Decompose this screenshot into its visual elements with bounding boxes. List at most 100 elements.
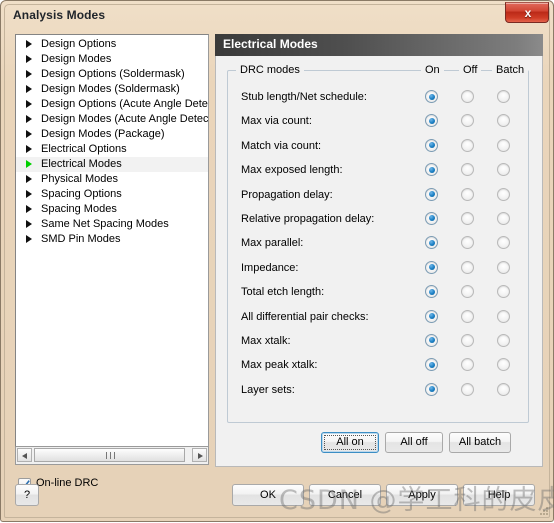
tree-item[interactable]: Physical Modes	[16, 172, 208, 187]
help-question-button[interactable]: ?	[15, 484, 39, 506]
radio-batch[interactable]	[497, 260, 510, 274]
tree-item[interactable]: Design Modes	[16, 52, 208, 67]
tree-item-label: Design Modes	[41, 53, 112, 65]
tree-item[interactable]: Design Modes (Soldermask)	[16, 82, 208, 97]
radio-on[interactable]	[425, 114, 438, 128]
expand-arrow-icon[interactable]	[26, 129, 32, 138]
radio-on[interactable]	[425, 138, 438, 152]
analysis-tree-panel[interactable]: Design Options Design Modes Design Options…	[15, 34, 209, 447]
drc-mode-row: Impedance:	[228, 258, 530, 282]
radio-on[interactable]	[425, 285, 438, 299]
radio-batch[interactable]	[497, 90, 510, 103]
cancel-button[interactable]: Cancel	[309, 484, 381, 506]
tree-horizontal-scrollbar[interactable]	[15, 447, 209, 465]
title-bar[interactable]: Analysis Modes x	[1, 1, 554, 29]
radio-batch[interactable]	[497, 236, 510, 250]
tree-item[interactable]: Design Modes (Acute Angle Detection)	[16, 112, 208, 127]
tree-item-label: Design Modes (Package)	[41, 128, 165, 140]
expand-arrow-icon[interactable]	[26, 174, 32, 183]
drc-mode-label: Match via count:	[241, 139, 322, 152]
expand-arrow-icon[interactable]	[26, 234, 32, 243]
tree-item[interactable]: Design Options (Acute Angle Detection)	[16, 97, 208, 112]
radio-batch[interactable]	[497, 285, 510, 299]
ok-button[interactable]: OK	[232, 484, 304, 506]
expand-arrow-icon[interactable]	[26, 84, 32, 93]
expand-arrow-icon[interactable]	[26, 219, 32, 228]
tree-item[interactable]: Same Net Spacing Modes	[16, 217, 208, 232]
expand-arrow-icon[interactable]	[26, 159, 32, 168]
radio-on[interactable]	[425, 358, 438, 372]
expand-arrow-icon[interactable]	[26, 114, 32, 123]
radio-batch[interactable]	[497, 382, 510, 396]
tree-item-label: Spacing Options	[41, 188, 122, 200]
drc-mode-label: Propagation delay:	[241, 188, 333, 201]
radio-batch[interactable]	[497, 138, 510, 152]
scrollbar-thumb[interactable]	[34, 448, 185, 462]
scroll-right-arrow-icon[interactable]	[192, 448, 207, 462]
radio-off[interactable]	[461, 309, 474, 323]
close-button[interactable]: x	[505, 2, 549, 23]
radio-batch[interactable]	[497, 187, 510, 201]
tree-item-label: Design Options (Acute Angle Detection)	[41, 98, 208, 110]
drc-mode-row: Max exposed length:	[228, 160, 530, 184]
expand-arrow-icon[interactable]	[26, 204, 32, 213]
analysis-tree-list: Design Options Design Modes Design Options…	[16, 37, 208, 247]
radio-off[interactable]	[461, 211, 474, 225]
radio-off[interactable]	[461, 260, 474, 274]
radio-on[interactable]	[425, 309, 438, 323]
radio-off[interactable]	[461, 114, 474, 128]
radio-on[interactable]	[425, 163, 438, 177]
drc-mode-label: Stub length/Net schedule:	[241, 91, 367, 103]
tree-item[interactable]: Spacing Modes	[16, 202, 208, 217]
radio-on[interactable]	[425, 90, 438, 103]
radio-batch[interactable]	[497, 114, 510, 128]
radio-on[interactable]	[425, 260, 438, 274]
radio-off[interactable]	[461, 333, 474, 347]
radio-off[interactable]	[461, 187, 474, 201]
radio-on[interactable]	[425, 211, 438, 225]
column-header-on: On	[421, 64, 444, 76]
expand-arrow-icon[interactable]	[26, 144, 32, 153]
tree-item[interactable]: Electrical Options	[16, 142, 208, 157]
radio-batch[interactable]	[497, 333, 510, 347]
radio-batch[interactable]	[497, 211, 510, 225]
radio-on[interactable]	[425, 236, 438, 250]
all-on-button[interactable]: All on	[321, 432, 379, 453]
tree-item-label: Design Modes (Soldermask)	[41, 83, 180, 95]
radio-batch[interactable]	[497, 163, 510, 177]
expand-arrow-icon[interactable]	[26, 99, 32, 108]
radio-off[interactable]	[461, 236, 474, 250]
help-button[interactable]: Help	[463, 484, 535, 506]
radio-batch[interactable]	[497, 309, 510, 323]
tree-item[interactable]: SMD Pin Modes	[16, 232, 208, 247]
all-off-button[interactable]: All off	[385, 432, 443, 453]
drc-bulk-action-buttons: All on All off All batch	[216, 432, 544, 456]
radio-off[interactable]	[461, 382, 474, 396]
radio-off[interactable]	[461, 90, 474, 103]
tree-item[interactable]: Electrical Modes	[16, 157, 208, 172]
tree-item[interactable]: Design Options (Soldermask)	[16, 67, 208, 82]
apply-button[interactable]: Apply	[386, 484, 458, 506]
radio-off[interactable]	[461, 358, 474, 372]
radio-off[interactable]	[461, 163, 474, 177]
column-header-off: Off	[459, 64, 482, 76]
all-batch-button[interactable]: All batch	[449, 432, 511, 453]
expand-arrow-icon[interactable]	[26, 69, 32, 78]
radio-off[interactable]	[461, 285, 474, 299]
expand-arrow-icon[interactable]	[26, 189, 32, 198]
expand-arrow-icon[interactable]	[26, 54, 32, 63]
tree-item[interactable]: Design Options	[16, 37, 208, 52]
radio-on[interactable]	[425, 382, 438, 396]
tree-item[interactable]: Spacing Options	[16, 187, 208, 202]
expand-arrow-icon[interactable]	[26, 39, 32, 48]
window-title: Analysis Modes	[13, 8, 106, 22]
radio-on[interactable]	[425, 333, 438, 347]
scroll-left-arrow-icon[interactable]	[17, 448, 32, 462]
drc-modes-group-label: DRC modes	[236, 64, 304, 76]
tree-item[interactable]: Design Modes (Package)	[16, 127, 208, 142]
tree-item-label: Design Modes (Acute Angle Detection)	[41, 113, 209, 125]
resize-grip-icon[interactable]	[537, 505, 551, 519]
radio-batch[interactable]	[497, 358, 510, 372]
radio-on[interactable]	[425, 187, 438, 201]
radio-off[interactable]	[461, 138, 474, 152]
